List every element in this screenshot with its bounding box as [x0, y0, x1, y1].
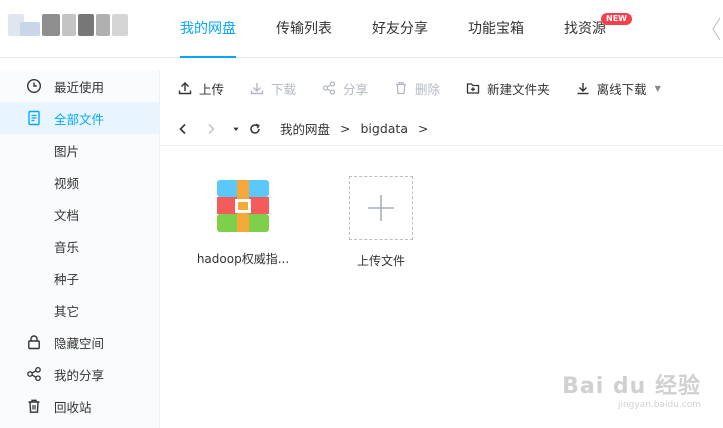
file-item[interactable]: hadoop权威指... — [188, 170, 298, 267]
upload-file-label: 上传文件 — [356, 254, 405, 268]
download-button[interactable]: 下载 — [250, 76, 296, 100]
top-header: 我的网盘 传输列表 好友分享 功能宝箱 找资源 NEW — [0, 0, 723, 58]
plus-icon — [349, 176, 413, 240]
sidebar-item-all-files[interactable]: 全部文件 — [0, 102, 159, 134]
user-avatar-blurred[interactable] — [8, 14, 130, 36]
main-nav: 我的网盘 传输列表 好友分享 功能宝箱 找资源 NEW — [168, 0, 634, 58]
sidebar-item-other[interactable]: 其它 — [0, 294, 159, 326]
delete-button[interactable]: 删除 — [394, 76, 440, 100]
share-icon — [26, 366, 42, 382]
expand-icon[interactable] — [709, 14, 723, 44]
sidebar-item-hidden-space[interactable]: 隐藏空间 — [0, 326, 159, 358]
sidebar-item-label: 文档 — [54, 207, 80, 223]
sidebar-item-label: 视频 — [54, 175, 80, 191]
download-icon — [250, 83, 264, 95]
breadcrumb-bigdata[interactable]: bigdata — [361, 121, 409, 136]
breadcrumb-separator: > — [340, 121, 351, 136]
new-folder-icon — [466, 83, 480, 94]
offline-download-button[interactable]: 离线下载 ▼ — [576, 76, 661, 100]
caret-down-icon — [233, 127, 239, 131]
sidebar-item-label: 我的分享 — [54, 367, 105, 383]
clock-icon — [26, 78, 42, 94]
sidebar-item-recent[interactable]: 最近使用 — [0, 70, 159, 102]
document-icon — [26, 110, 42, 126]
sidebar-item-label: 音乐 — [54, 239, 80, 255]
forward-button[interactable] — [204, 118, 218, 140]
sidebar-item-label: 回收站 — [54, 399, 92, 415]
chevron-left-icon — [179, 123, 186, 134]
file-grid: hadoop权威指... 上传文件 — [160, 170, 723, 290]
sidebar-item-music[interactable]: 音乐 — [0, 230, 159, 262]
watermark: Bai du 经验 jingyan.baidu.com — [562, 374, 701, 410]
toolbar: 上传 下载 分享 删除 新建文件夹 离线下载 ▼ — [160, 70, 723, 106]
tab-my-disk[interactable]: 我的网盘 — [168, 0, 248, 58]
history-dropdown-button[interactable] — [232, 118, 240, 140]
sidebar-item-label: 其它 — [54, 303, 80, 319]
tab-transfer-list[interactable]: 传输列表 — [264, 0, 344, 58]
download-icon — [577, 83, 589, 95]
file-name: hadoop权威指... — [196, 252, 290, 266]
sidebar-item-images[interactable]: 图片 — [0, 134, 159, 166]
breadcrumb-separator: > — [418, 121, 429, 136]
upload-icon — [178, 82, 192, 95]
share-icon — [322, 81, 336, 95]
new-badge: NEW — [601, 13, 632, 25]
lock-icon — [26, 334, 42, 350]
sidebar-item-documents[interactable]: 文档 — [0, 198, 159, 230]
sidebar-item-label: 种子 — [54, 271, 80, 287]
path-bar: 我的网盘 > bigdata > — [160, 112, 723, 146]
sidebar-item-torrents[interactable]: 种子 — [0, 262, 159, 294]
archive-icon — [211, 176, 275, 240]
sidebar-item-videos[interactable]: 视频 — [0, 166, 159, 198]
refresh-icon — [250, 123, 260, 134]
sidebar-item-my-shares[interactable]: 我的分享 — [0, 358, 159, 390]
tab-find-resources[interactable]: 找资源 NEW — [552, 0, 632, 58]
trash-icon — [26, 398, 42, 414]
tab-toolbox[interactable]: 功能宝箱 — [456, 0, 536, 58]
share-button[interactable]: 分享 — [322, 76, 368, 100]
sidebar: 最近使用 全部文件 图片 视频 文档 音乐 种子 其它 隐藏空间 我的分享 回收… — [0, 70, 160, 428]
trash-icon — [396, 82, 407, 95]
tab-friend-share[interactable]: 好友分享 — [360, 0, 440, 58]
refresh-button[interactable] — [248, 118, 262, 140]
upload-button[interactable]: 上传 — [178, 76, 224, 100]
main-content: 上传 下载 分享 删除 新建文件夹 离线下载 ▼ 我的网盘 > bigdata … — [160, 70, 723, 428]
sidebar-item-label: 隐藏空间 — [54, 335, 105, 351]
chevron-down-icon[interactable]: ▼ — [655, 84, 661, 93]
sidebar-item-label: 图片 — [54, 143, 80, 159]
breadcrumb-my-disk[interactable]: 我的网盘 — [280, 119, 330, 138]
sidebar-item-recycle-bin[interactable]: 回收站 — [0, 390, 159, 422]
chevron-right-icon — [208, 123, 215, 134]
new-folder-button[interactable]: 新建文件夹 — [466, 76, 550, 100]
sidebar-item-label: 最近使用 — [54, 79, 105, 95]
upload-file-tile[interactable]: 上传文件 — [326, 172, 436, 269]
sidebar-item-label: 全部文件 — [54, 111, 105, 127]
back-button[interactable] — [176, 118, 190, 140]
netdisk-window: 我的网盘 传输列表 好友分享 功能宝箱 找资源 NEW 最近使用 全部文件 图片… — [0, 0, 723, 428]
